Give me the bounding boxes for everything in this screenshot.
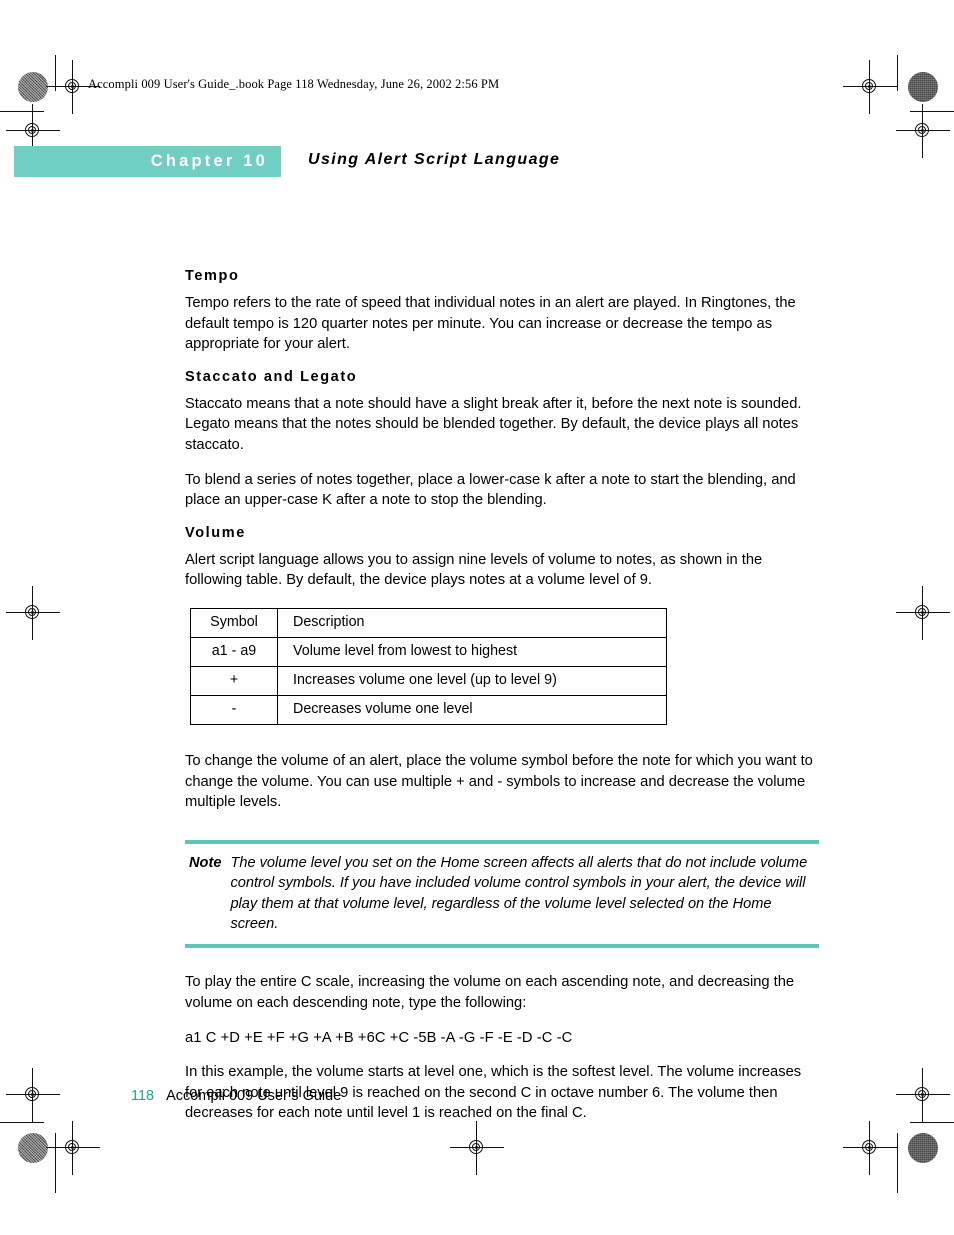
footer-page-number: 118	[131, 1088, 155, 1104]
footer-guide-title: Accompli 009 User’s Guide	[166, 1088, 342, 1104]
page-footer: 118 Accompli 009 User’s Guide	[131, 1088, 341, 1104]
note-rule-bottom	[185, 944, 819, 949]
document-page: Accompli 009 User's Guide_.book Page 118…	[0, 0, 954, 1235]
halftone-target-bottom-left	[18, 1133, 48, 1163]
note-label: Note	[189, 854, 222, 871]
crop-line-bottom-right-vertical	[897, 1133, 899, 1193]
crop-line-upper-left-horizontal	[0, 111, 44, 113]
page-content: Tempo Tempo refers to the rate of speed …	[185, 268, 821, 1138]
heading-staccato-legato: Staccato and Legato	[185, 368, 358, 385]
file-stamp-line: Accompli 009 User's Guide_.book Page 118…	[88, 77, 500, 91]
table-row: - Decreases volume one level	[190, 694, 667, 725]
code-example-c-scale: a1 C +D +E +F +G +A +B +6C +C -5B -A -G …	[185, 1029, 573, 1046]
table-row: a1 - a9 Volume level from lowest to high…	[190, 636, 667, 667]
heading-tempo: Tempo	[185, 268, 240, 284]
registration-mark-left-middle	[6, 586, 60, 640]
cell-symbol: -	[190, 694, 278, 725]
crop-line-bottom-left-vertical	[55, 1133, 57, 1193]
registration-mark-top-right	[843, 60, 897, 114]
crop-line-lower-left-horizontal	[0, 1122, 44, 1124]
registration-mark-bottom-left	[46, 1121, 100, 1175]
column-header-description: Description	[277, 607, 667, 638]
note-body: Note The volume level you set on the Hom…	[185, 844, 819, 945]
heading-volume: Volume	[185, 524, 246, 541]
density-target-top-right	[908, 72, 938, 102]
chapter-band: Chapter 10	[14, 146, 281, 177]
registration-mark-bottom-right	[843, 1121, 897, 1175]
paragraph-volume-3: To play the entire C scale, increasing t…	[185, 974, 795, 1011]
paragraph-tempo: Tempo refers to the rate of speed that i…	[185, 295, 796, 353]
registration-mark-upper-right-corner	[896, 104, 950, 158]
paragraph-staccato-2: To blend a series of notes together, pla…	[185, 471, 796, 509]
cell-symbol: +	[190, 665, 278, 696]
table-header-row: Symbol Description	[190, 607, 667, 638]
cell-symbol: a1 - a9	[190, 636, 278, 667]
note-text: The volume level you set on the Home scr…	[230, 854, 808, 932]
density-target-bottom-right	[908, 1133, 938, 1163]
registration-mark-top-left	[46, 60, 100, 114]
crop-line-upper-right-horizontal	[910, 111, 954, 113]
registration-mark-lower-right-corner	[896, 1068, 950, 1122]
chapter-label: Chapter 10	[150, 152, 268, 170]
table-row: + Increases volume one level (up to leve…	[190, 665, 667, 696]
registration-mark-lower-left-corner	[6, 1068, 60, 1122]
crop-line-top-left-vertical	[55, 55, 57, 91]
registration-mark-upper-left-corner	[6, 104, 60, 158]
registration-mark-right-middle	[896, 586, 950, 640]
paragraph-volume-1: Alert script language allows you to assi…	[185, 551, 763, 589]
cell-description: Decreases volume one level	[277, 694, 667, 725]
chapter-title: Using Alert Script Language	[308, 151, 561, 168]
note-callout: Note The volume level you set on the Hom…	[185, 839, 819, 949]
volume-symbol-table: Symbol Description a1 - a9 Volume level …	[190, 607, 667, 725]
crop-line-top-right-vertical	[897, 55, 899, 91]
paragraph-volume-2: To change the volume of an alert, place …	[185, 752, 813, 811]
cell-description: Increases volume one level (up to level …	[277, 665, 667, 696]
paragraph-staccato-1: Staccato means that a note should have a…	[185, 395, 802, 453]
cell-description: Volume level from lowest to highest	[277, 636, 667, 667]
column-header-symbol: Symbol	[190, 607, 278, 638]
halftone-target-top-left	[18, 72, 48, 102]
crop-line-lower-right-horizontal	[910, 1122, 954, 1124]
